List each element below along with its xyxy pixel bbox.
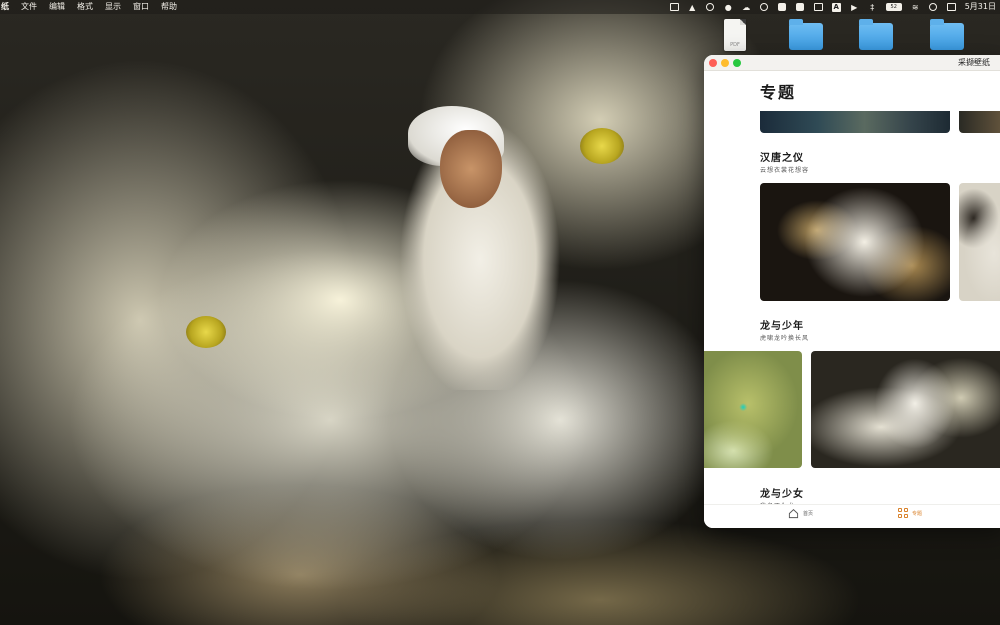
menu-help[interactable]: 帮助	[155, 0, 183, 14]
section-subtitle-dragon-youth: 虎啸龙吟换长风	[760, 335, 810, 342]
menu-window[interactable]: 窗口	[127, 0, 155, 14]
menu-bar-status: ▲ ● ☁ A ▶ ‡ 52 ≋ 5月31日	[669, 0, 996, 14]
control-center-icon[interactable]	[946, 3, 956, 12]
wifi-icon[interactable]: ≋	[911, 3, 920, 12]
sidebar-icon[interactable]	[669, 3, 679, 12]
topic-thumbnail[interactable]	[760, 111, 950, 133]
menu-clock[interactable]: 5月31日	[965, 0, 996, 14]
section-title-dragon-youth: 龙与少年	[760, 321, 804, 332]
tab-home[interactable]: 首页	[788, 508, 813, 519]
grid-icon	[898, 508, 908, 518]
topic-thumbnail[interactable]	[959, 183, 1000, 301]
cat-icon[interactable]: ▲	[688, 3, 697, 12]
topic-thumbnail[interactable]	[811, 351, 1000, 468]
menu-bar-left: 纸 文件 编辑 格式 显示 窗口 帮助	[0, 0, 183, 14]
window-titlebar[interactable]: 采撷壁纸	[704, 55, 1000, 71]
play-circle-icon[interactable]	[760, 3, 769, 12]
document-icon[interactable]	[778, 3, 787, 12]
desktop-folder-icon[interactable]	[789, 19, 823, 50]
menu-bar: 纸 文件 编辑 格式 显示 窗口 帮助 ▲ ● ☁ A ▶ ‡ 52 ≋ 5月3…	[0, 0, 1000, 14]
menu-format[interactable]: 格式	[71, 0, 99, 14]
battery-icon[interactable]: 52	[885, 3, 902, 11]
section-subtitle-han-tang: 云想衣裳花想容	[760, 167, 810, 174]
section-title-dragon-girl: 龙与少女	[760, 489, 804, 500]
text-box-icon[interactable]	[813, 3, 823, 12]
topic-thumbnail[interactable]	[704, 351, 802, 468]
menu-file[interactable]: 文件	[15, 0, 43, 14]
bottom-tab-bar: 首页 专题	[704, 504, 1000, 528]
wechat-icon[interactable]: ●	[724, 3, 733, 12]
page-title: 专题	[760, 83, 797, 102]
tab-topics[interactable]: 专题	[898, 508, 922, 518]
tab-home-label: 首页	[803, 511, 814, 517]
volume-icon[interactable]: ▶	[850, 3, 859, 12]
desktop-folder-icon[interactable]	[859, 19, 893, 50]
tab-topics-label: 专题	[912, 510, 923, 517]
wallpaper-figure-face	[440, 130, 502, 208]
input-a-icon[interactable]: A	[831, 2, 841, 12]
topic-thumbnail[interactable]	[760, 183, 950, 301]
spotlight-icon[interactable]	[929, 3, 938, 12]
search-magnify-icon[interactable]	[706, 3, 715, 12]
window-zoom-button[interactable]	[733, 59, 741, 67]
desktop-pdf-file-icon[interactable]: PDF	[724, 19, 746, 51]
window-title: 采撷壁纸	[958, 58, 990, 67]
topic-thumbnail[interactable]	[959, 111, 1000, 133]
section-title-han-tang: 汉唐之仪	[760, 153, 804, 164]
desktop-folder-icon[interactable]	[930, 19, 964, 50]
home-icon	[788, 509, 799, 519]
app-window: 采撷壁纸 专题 汉唐之仪 云想衣裳花想容 龙与少年 虎啸龙吟换长风 龙与少女 我…	[704, 55, 1000, 528]
window-minimize-button[interactable]	[721, 59, 729, 67]
dragon-eye-left	[186, 316, 226, 348]
clipboard-icon[interactable]	[796, 3, 805, 12]
dragon-eye-right	[580, 128, 624, 164]
menu-app-name[interactable]: 纸	[0, 0, 15, 14]
menu-edit[interactable]: 编辑	[43, 0, 71, 14]
bluetooth-icon[interactable]: ‡	[868, 3, 877, 12]
cloud-icon[interactable]: ☁	[742, 3, 751, 12]
menu-view[interactable]: 显示	[99, 0, 127, 14]
window-close-button[interactable]	[709, 59, 717, 67]
pdf-tag-label: PDF	[730, 42, 740, 48]
